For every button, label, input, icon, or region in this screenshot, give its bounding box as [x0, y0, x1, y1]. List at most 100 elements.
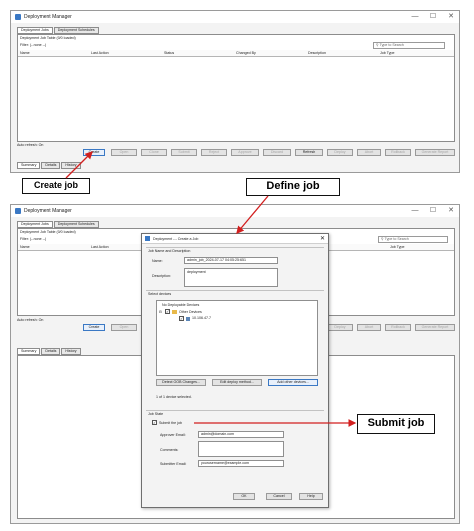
close-icon-2[interactable]: ✕ [445, 206, 457, 216]
tab-deployment-jobs-2[interactable]: Deployment Jobs [17, 221, 53, 228]
name-label: Name: [152, 259, 163, 263]
refresh-button[interactable]: Refresh [295, 149, 323, 156]
tab-summary[interactable]: Summary [17, 162, 41, 169]
job-table-panel: Deployment Job Table (0/0 loaded) Filter… [17, 34, 455, 142]
maximize-icon-2[interactable]: ☐ [427, 206, 439, 216]
column-name[interactable]: Name [20, 51, 30, 55]
tab-deployment-schedules-2[interactable]: Deployment Schedules [53, 221, 99, 228]
reject-button[interactable]: Reject [201, 149, 227, 156]
generate-report-button-2[interactable]: Generate Report [415, 324, 455, 331]
device-checkbox[interactable]: ✓ [179, 316, 184, 321]
rollback-button[interactable]: Rollback [385, 149, 411, 156]
dialog-icon [145, 236, 150, 241]
rollback-button-2[interactable]: Rollback [385, 324, 411, 331]
open-button[interactable]: Open [111, 149, 137, 156]
search-input[interactable]: ⚲ Type to Search [373, 42, 445, 49]
section-job-name: Job Name and Description [148, 249, 191, 253]
comments-label: Comments: [160, 448, 179, 452]
clone-button[interactable]: Clone [141, 149, 167, 156]
filter-label-2[interactable]: Filter: (--none --) [20, 237, 46, 241]
create-button-2[interactable]: Create [83, 324, 105, 331]
window-title-2: Deployment Manager [24, 208, 72, 214]
submit-job-checkbox[interactable]: ✓ [152, 420, 157, 425]
description-input[interactable]: deployment [184, 268, 278, 287]
discard-button[interactable]: Discard [263, 149, 291, 156]
auto-refresh-label-2: Auto refresh: On [17, 318, 44, 322]
callout-submit-job: Submit job [357, 414, 435, 434]
detect-oob-button[interactable]: Detect OOB Changes... [156, 379, 206, 386]
column-last-action-2[interactable]: Last Action [91, 245, 109, 249]
column-name-2[interactable]: Name [20, 245, 30, 249]
tab-history[interactable]: History [61, 162, 81, 169]
other-devices-checkbox[interactable]: ✓ [165, 309, 170, 314]
generate-report-button[interactable]: Generate Report [415, 149, 455, 156]
name-input[interactable]: admin_job_2024-07-17 04:05:25:651 [184, 257, 278, 264]
device-icon [186, 317, 190, 321]
job-name-group [146, 247, 324, 248]
search-input-2[interactable]: ⚲ Type to Search [378, 236, 448, 243]
approve-button[interactable]: Approve [231, 149, 259, 156]
tab-details-2[interactable]: Details [41, 348, 61, 355]
tab-deployment-schedules[interactable]: Deployment Schedules [53, 27, 99, 34]
tree-expand-icon[interactable]: ⊟ [159, 310, 162, 314]
cancel-button[interactable]: Cancel [266, 493, 292, 500]
minimize-icon[interactable]: — [409, 12, 421, 22]
table-title: Deployment Job Table (0/0 loaded) [20, 36, 76, 40]
dialog-title: Deployment --- Create a Job [153, 237, 199, 241]
submit-button[interactable]: Submit [171, 149, 197, 156]
tab-history-2[interactable]: History [61, 348, 81, 355]
deploy-button[interactable]: Deploy [327, 149, 353, 156]
table-title-2: Deployment Job Table (0/0 loaded) [20, 230, 76, 234]
column-description[interactable]: Description [308, 51, 326, 55]
tab-details[interactable]: Details [41, 162, 61, 169]
abort-button[interactable]: Abort [357, 149, 381, 156]
deployment-manager-window-1: Deployment Manager — ☐ ✕ Deployment Jobs… [10, 10, 460, 173]
approver-email-input[interactable]: admin@domain.com [198, 431, 284, 438]
column-job-type-2[interactable]: Job Type [390, 245, 405, 249]
table-header: Name Last Action Status Changed By Descr… [18, 50, 454, 57]
top-tabs-2: Deployment Jobs Deployment Schedules [17, 221, 100, 228]
help-button[interactable]: Help [299, 493, 323, 500]
top-tabs: Deployment Jobs Deployment Schedules [17, 27, 100, 34]
tab-summary-2[interactable]: Summary [17, 348, 41, 355]
description-label: Description: [152, 274, 171, 278]
submitter-email-input[interactable]: yourusername@example.com [198, 460, 284, 467]
tree-no-deployable: No Deployable Devices [162, 303, 200, 307]
comments-input[interactable] [198, 441, 284, 457]
create-job-dialog: Deployment --- Create a Job ✕ Job Name a… [141, 233, 329, 508]
open-button-2[interactable]: Open [111, 324, 137, 331]
auto-refresh-label: Auto refresh: On [17, 143, 44, 147]
window-titlebar: Deployment Manager — ☐ ✕ [11, 11, 459, 23]
column-status[interactable]: Status [164, 51, 174, 55]
section-job-state: Job State [148, 412, 164, 416]
app-icon-2 [15, 208, 21, 214]
tab-deployment-jobs[interactable]: Deployment Jobs [17, 27, 53, 34]
window-titlebar-2: Deployment Manager — ☐ ✕ [11, 205, 459, 217]
column-changed-by[interactable]: Changed By [236, 51, 256, 55]
abort-button-2[interactable]: Abort [357, 324, 381, 331]
maximize-icon[interactable]: ☐ [427, 12, 439, 22]
device-tree[interactable]: No Deployable Devices ⊟ ✓ Other Devices … [156, 300, 318, 376]
dialog-titlebar: Deployment --- Create a Job ✕ [142, 234, 328, 244]
callout-create-job: Create job [22, 178, 90, 194]
window-title: Deployment Manager [24, 14, 72, 20]
tree-other-devices: Other Devices [179, 310, 202, 314]
filter-label[interactable]: Filter: (--none --) [20, 43, 46, 47]
folder-icon [172, 310, 177, 314]
selected-count: 1 of 1 device selected. [156, 395, 192, 399]
dialog-close-icon[interactable]: ✕ [320, 235, 325, 242]
section-devices: Select devices [148, 292, 172, 296]
deploy-button-2[interactable]: Deploy [327, 324, 353, 331]
create-button[interactable]: Create [83, 149, 105, 156]
tree-device-ip[interactable]: 10.106.47.7 [192, 316, 211, 320]
edit-deploy-method-button[interactable]: Edit deploy method... [212, 379, 262, 386]
add-other-devices-button[interactable]: Add other devices... [268, 379, 318, 386]
minimize-icon-2[interactable]: — [409, 206, 421, 216]
column-job-type[interactable]: Job Type [380, 51, 395, 55]
column-last-action[interactable]: Last Action [91, 51, 109, 55]
submit-job-label: Submit the job [159, 421, 182, 425]
bottom-tabs: Summary Details History [17, 162, 82, 169]
close-icon[interactable]: ✕ [445, 12, 457, 22]
ok-button[interactable]: OK [233, 493, 255, 500]
submitter-email-label: Submitter Email: [160, 462, 187, 466]
